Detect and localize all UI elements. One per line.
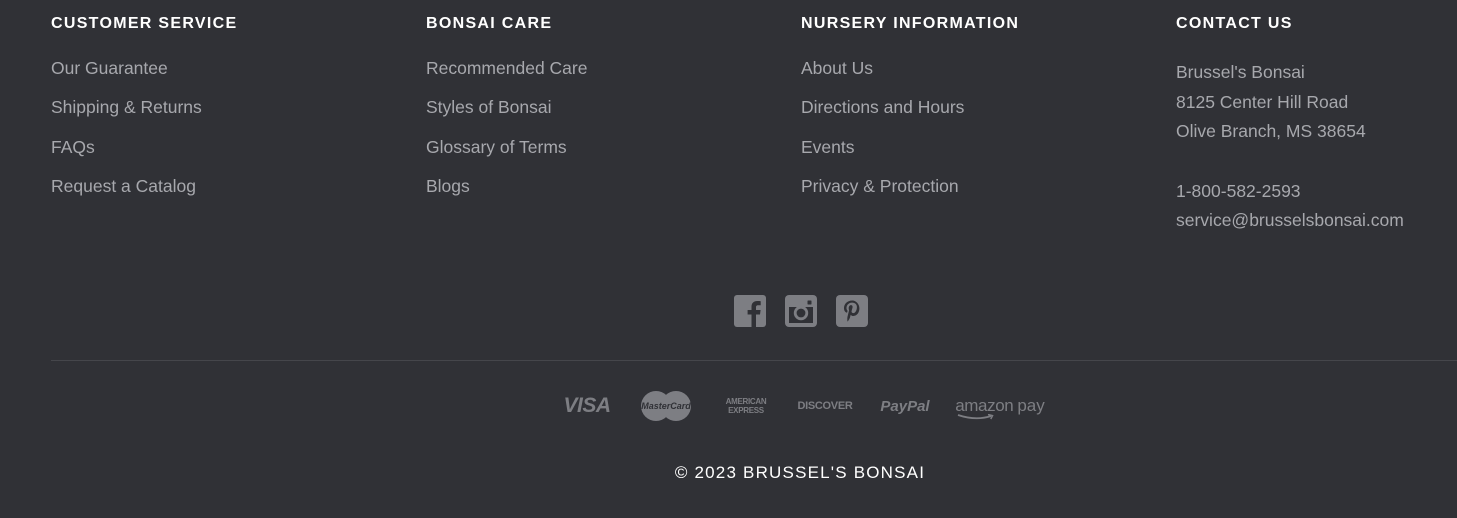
customer-service-column: CUSTOMER SERVICE Our Guarantee Shipping … [51,14,411,196]
amazon-pay-icon: amazon pay [953,386,1047,426]
footer-divider [51,360,1457,361]
american-express-icon: AMERICAN EXPRESS [720,386,772,426]
faqs-link[interactable]: FAQs [51,137,95,157]
footer-link-item: Shipping & Returns [51,97,202,136]
city-state-zip: Olive Branch, MS 38654 [1176,121,1366,141]
link-list: Recommended Care Styles of Bonsai Glossa… [426,58,587,215]
email-address[interactable]: service@brusselsbonsai.com [1176,206,1404,236]
directions-hours-link[interactable]: Directions and Hours [801,97,964,117]
link-list: Our Guarantee Shipping & Returns FAQs Re… [51,58,202,215]
footer-link-item: Our Guarantee [51,58,202,97]
column-heading: CUSTOMER SERVICE [51,15,238,32]
instagram-icon[interactable] [785,295,817,327]
shipping-returns-link[interactable]: Shipping & Returns [51,97,202,117]
pinterest-icon[interactable] [836,295,868,327]
blogs-link[interactable]: Blogs [426,176,470,196]
styles-of-bonsai-link[interactable]: Styles of Bonsai [426,97,551,117]
nursery-information-column: NURSERY INFORMATION About Us Directions … [801,14,1161,196]
bonsai-care-column: BONSAI CARE Recommended Care Styles of B… [426,14,786,196]
amazon-smile-icon [957,414,994,420]
column-heading: BONSAI CARE [426,15,553,32]
copyright-text: © 2023 BRUSSEL'S BONSAI [674,463,926,482]
privacy-protection-link[interactable]: Privacy & Protection [801,176,959,196]
footer-columns: CUSTOMER SERVICE Our Guarantee Shipping … [51,0,1457,240]
amex-line2: EXPRESS [728,406,764,415]
footer-link-item: Glossary of Terms [426,137,587,176]
contact-us-column: CONTACT US Brussel's Bonsai 8125 Center … [1176,14,1457,230]
discover-icon: DISCOVER [797,400,853,412]
footer-link-item: Recommended Care [426,58,587,97]
social-links [734,295,868,327]
events-link[interactable]: Events [801,137,855,157]
link-list: About Us Directions and Hours Events Pri… [801,58,964,215]
our-guarantee-link[interactable]: Our Guarantee [51,58,168,78]
footer-link-item: Events [801,137,964,176]
about-us-link[interactable]: About Us [801,58,873,78]
footer-link-item: About Us [801,58,964,97]
phone-number[interactable]: 1-800-582-2593 [1176,177,1404,207]
amazon-word: amazon [955,396,1014,420]
paypal-icon: PayPal [880,397,930,415]
column-heading: CONTACT US [1176,15,1293,32]
facebook-icon[interactable] [734,295,766,327]
footer-link-item: FAQs [51,137,202,176]
glossary-of-terms-link[interactable]: Glossary of Terms [426,137,567,157]
amazon-word-text: amazon [955,396,1014,415]
request-catalog-link[interactable]: Request a Catalog [51,176,196,196]
column-heading: NURSERY INFORMATION [801,15,1020,32]
footer-link-item: Request a Catalog [51,176,202,215]
footer-link-item: Directions and Hours [801,97,964,136]
footer-link-item: Styles of Bonsai [426,97,587,136]
mastercard-label: MasterCard [641,401,691,411]
mastercard-icon: MasterCard [640,386,692,426]
payment-methods: VISA MasterCard AMERICAN EXPRESS DISCOVE… [561,386,1051,426]
footer-link-item: Blogs [426,176,587,215]
street-address: 8125 Center Hill Road [1176,91,1349,112]
footer-link-item: Privacy & Protection [801,176,964,215]
amex-line1: AMERICAN [725,397,767,406]
visa-icon: VISA [563,394,611,417]
company-name: Brussel's Bonsai [1176,62,1305,82]
amazon-pay-suffix: pay [1017,396,1045,415]
contact-details: Brussel's Bonsai 8125 Center Hill Road O… [1176,58,1404,236]
recommended-care-link[interactable]: Recommended Care [426,58,587,78]
